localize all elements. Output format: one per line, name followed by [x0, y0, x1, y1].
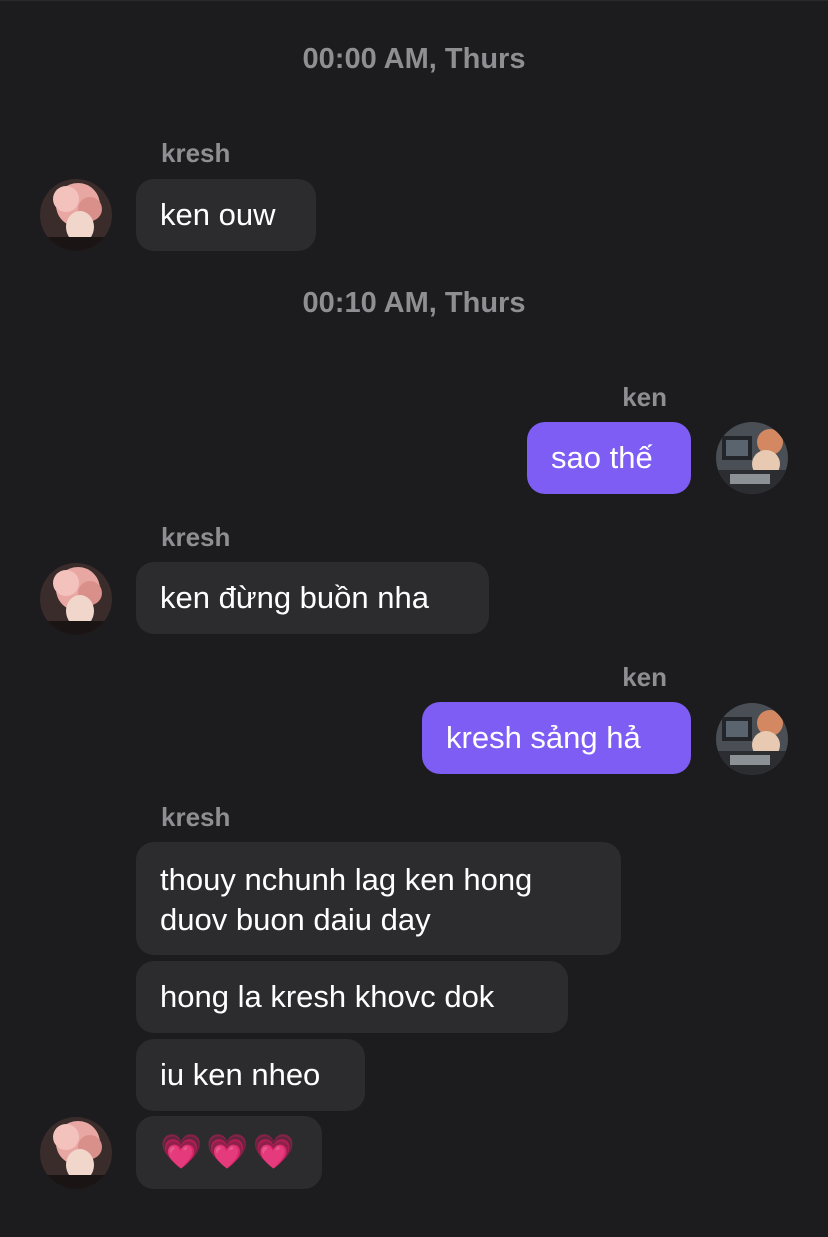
message-bubble[interactable]: thouy nchunh lag ken hong duov buon daiu…: [136, 842, 621, 955]
top-divider: [0, 0, 828, 1]
message-bubble[interactable]: ken ouw: [136, 179, 316, 251]
message-bubble[interactable]: ken đừng buồn nha: [136, 562, 489, 634]
avatar-kresh[interactable]: [40, 179, 112, 251]
sender-name: ken: [622, 662, 667, 692]
sender-name: kresh: [161, 522, 231, 552]
message-bubble[interactable]: hong la kresh khovc dok: [136, 961, 568, 1033]
avatar-kresh[interactable]: [40, 563, 112, 635]
avatar-ken[interactable]: [716, 703, 788, 775]
timestamp: 00:00 AM, Thurs: [302, 43, 526, 75]
sender-name: kresh: [161, 138, 231, 168]
sender-name: ken: [622, 382, 667, 412]
message-bubble-outgoing[interactable]: sao thế: [527, 422, 691, 494]
message-bubble-emoji[interactable]: 💗💗💗: [136, 1116, 322, 1189]
message-bubble[interactable]: iu ken nheo: [136, 1039, 365, 1111]
message-bubble-outgoing[interactable]: kresh sảng hả: [422, 702, 691, 774]
avatar-kresh[interactable]: [40, 1117, 112, 1189]
sender-name: kresh: [161, 802, 231, 832]
avatar-ken[interactable]: [716, 422, 788, 494]
timestamp: 00:10 AM, Thurs: [302, 287, 526, 319]
